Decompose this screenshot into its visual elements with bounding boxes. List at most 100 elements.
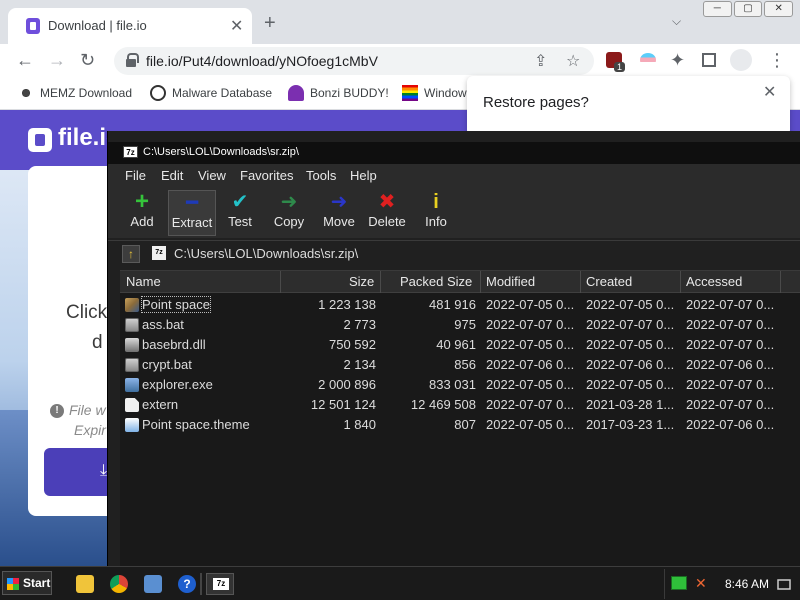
bookmark-window[interactable]: Window: [402, 85, 467, 101]
column-separator[interactable]: [480, 271, 481, 293]
add-button[interactable]: + Add: [118, 190, 166, 236]
folder-up-icon[interactable]: ↑: [122, 245, 140, 263]
sevenzip-task-button[interactable]: 7z: [206, 573, 234, 595]
minimize-button[interactable]: ─: [703, 1, 732, 17]
file-row[interactable]: Point space 1 223 138 481 916 2022-07-05 0.…: [120, 295, 800, 315]
file-row[interactable]: ass.bat 2 773 975 2022-07-07 0... 2022-07-07…: [120, 315, 800, 335]
column-size[interactable]: Size: [349, 274, 374, 289]
file-modified: 2022-07-05 0...: [486, 297, 575, 312]
trans-flag-extension-icon[interactable]: [640, 53, 656, 67]
file-warning-text: File w: [69, 402, 106, 418]
file-modified: 2022-07-05 0...: [486, 377, 575, 392]
file-row[interactable]: explorer.exe 2 000 896 833 031 2022-07-05 0…: [120, 375, 800, 395]
bookmark-malware-database[interactable]: Malware Database: [150, 85, 272, 101]
back-arrow-icon[interactable]: ←: [16, 50, 34, 70]
menu-kebab-icon[interactable]: ⋮: [768, 50, 786, 70]
file-created: 2022-07-07 0...: [586, 317, 675, 332]
forward-arrow-icon[interactable]: →: [48, 50, 66, 70]
delete-button[interactable]: ✖ Delete: [363, 190, 411, 236]
address-bar[interactable]: file.io/Put4/download/yNOfoeg1cMbV ⇪ ☆: [114, 47, 594, 75]
column-separator[interactable]: [680, 271, 681, 293]
column-packed-size[interactable]: Packed Size: [400, 274, 472, 289]
extract-minus-icon: ━: [185, 192, 199, 214]
reload-icon[interactable]: ↻: [80, 50, 95, 70]
fileio-favicon-icon: [26, 18, 40, 34]
file-created: 2021-03-28 1...: [586, 397, 675, 412]
file-row[interactable]: Point space.theme 1 840 807 2022-07-05 0...…: [120, 415, 800, 435]
file-packed-size: 40 961: [436, 337, 476, 352]
column-accessed[interactable]: Accessed: [686, 274, 742, 289]
maximize-button[interactable]: ▢: [733, 1, 763, 17]
file-name: extern: [142, 397, 179, 412]
bookmark-memz[interactable]: MEMZ Download: [18, 85, 132, 101]
file-row[interactable]: extern 12 501 124 12 469 508 2022-07-07 0..…: [120, 395, 800, 415]
info-button[interactable]: i Info: [412, 190, 460, 236]
file-packed-size: 975: [454, 317, 476, 332]
column-modified[interactable]: Modified: [486, 274, 535, 289]
menu-favorites[interactable]: Favorites: [240, 168, 293, 183]
tab-title: Download | file.io: [48, 18, 147, 33]
move-arrow-icon: ➜: [330, 191, 348, 213]
file-row[interactable]: basebrd.dll 750 592 40 961 2022-07-05 0... 2…: [120, 335, 800, 355]
share-icon[interactable]: ⇪: [534, 51, 547, 71]
tab-download[interactable]: Download | file.io ✕: [8, 8, 252, 44]
bookmark-bonzi-buddy[interactable]: Bonzi BUDDY!: [288, 85, 389, 101]
column-created[interactable]: Created: [586, 274, 632, 289]
file-created: 2017-03-23 1...: [586, 417, 675, 432]
file-row[interactable]: crypt.bat 2 134 856 2022-07-06 0... 2022-07-…: [120, 355, 800, 375]
chrome-icon[interactable]: [110, 575, 128, 593]
restore-title: Restore pages?: [483, 94, 589, 111]
tab-strip: Download | file.io ✕ + ⌵ ─ ▢ ✕: [0, 0, 800, 44]
menu-edit[interactable]: Edit: [161, 168, 183, 183]
add-plus-icon: +: [134, 188, 149, 215]
copy-button[interactable]: ➜ Copy: [265, 190, 313, 236]
window-title: C:\Users\LOL\Downloads\sr.zip\: [143, 146, 299, 158]
bookmark-star-icon[interactable]: ☆: [566, 51, 580, 71]
file-size: 2 134: [343, 357, 376, 372]
file-size: 1 223 138: [318, 297, 376, 312]
test-button[interactable]: ✔ Test: [216, 190, 264, 236]
menu-view[interactable]: View: [198, 168, 226, 183]
address-path[interactable]: C:\Users\LOL\Downloads\sr.zip\: [174, 246, 358, 261]
volume-muted-icon[interactable]: ✕: [695, 575, 707, 592]
file-modified: 2022-07-05 0...: [486, 417, 575, 432]
menu-help[interactable]: Help: [350, 168, 377, 183]
column-separator[interactable]: [380, 271, 381, 293]
move-button[interactable]: ➜ Move: [315, 190, 363, 236]
lock-icon[interactable]: [126, 53, 139, 67]
file-created: 2022-07-05 0...: [586, 377, 675, 392]
network-icon[interactable]: [671, 576, 687, 590]
tab-search-icon[interactable]: ⌵: [672, 14, 681, 29]
fileio-logo-icon[interactable]: [28, 128, 52, 152]
file-packed-size: 856: [454, 357, 476, 372]
extract-button[interactable]: ━ Extract: [168, 190, 216, 236]
file-name: explorer.exe: [142, 377, 213, 392]
file-name: crypt.bat: [142, 357, 192, 372]
settings-icon[interactable]: [144, 575, 162, 593]
close-window-button[interactable]: ✕: [764, 1, 794, 17]
column-separator[interactable]: [780, 271, 781, 293]
column-separator[interactable]: [580, 271, 581, 293]
bookmark-icon: [18, 85, 34, 101]
url-text[interactable]: file.io/Put4/download/yNOfoeg1cMbV: [146, 53, 378, 69]
globe-icon: [150, 85, 166, 101]
new-tab-button[interactable]: +: [264, 13, 276, 33]
profile-avatar-icon[interactable]: [730, 49, 752, 71]
close-tab-icon[interactable]: ✕: [230, 16, 243, 36]
file-modified: 2022-07-07 0...: [486, 317, 575, 332]
column-name[interactable]: Name: [126, 274, 161, 289]
system-tray: ✕ 8:46 AM: [664, 569, 800, 599]
start-button[interactable]: Start: [2, 571, 52, 595]
restore-close-button[interactable]: ✕: [763, 82, 776, 102]
clock[interactable]: 8:46 AM: [725, 577, 769, 591]
extensions-puzzle-icon[interactable]: ✦: [670, 50, 685, 70]
column-separator[interactable]: [280, 271, 281, 293]
menu-file[interactable]: File: [125, 168, 146, 183]
sevenzip-titlebar[interactable]: 7z C:\Users\LOL\Downloads\sr.zip\: [108, 142, 800, 164]
menu-tools[interactable]: Tools: [306, 168, 336, 183]
file-packed-size: 481 916: [429, 297, 476, 312]
help-icon[interactable]: ?: [178, 575, 196, 593]
folder-icon[interactable]: [76, 575, 94, 593]
tray-overflow-icon[interactable]: [777, 577, 791, 591]
side-panel-icon[interactable]: [702, 53, 716, 67]
